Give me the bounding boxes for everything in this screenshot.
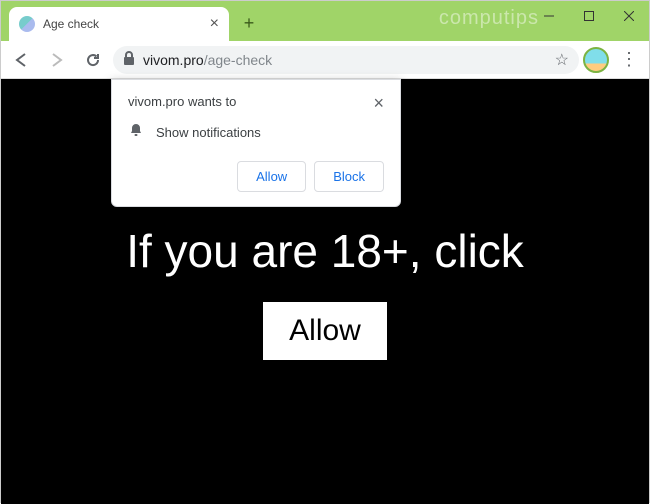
- page-content: If you are 18+, click Allow vivom.pro wa…: [1, 79, 649, 504]
- headline-text: If you are 18+, click: [126, 224, 524, 278]
- permission-block-button[interactable]: Block: [314, 161, 384, 192]
- permission-allow-button[interactable]: Allow: [237, 161, 306, 192]
- reload-button[interactable]: [77, 44, 109, 76]
- bookmark-star-icon[interactable]: ☆: [555, 50, 569, 70]
- window-controls: [529, 1, 649, 31]
- minimize-icon: [544, 11, 554, 21]
- maximize-button[interactable]: [569, 1, 609, 31]
- arrow-left-icon: [13, 52, 29, 68]
- browser-tab[interactable]: Age check ×: [9, 7, 229, 41]
- browser-menu-button[interactable]: ⋮: [613, 49, 645, 70]
- url-path: /age-check: [204, 52, 272, 68]
- bell-icon: [128, 122, 144, 143]
- close-tab-icon[interactable]: ×: [210, 16, 219, 32]
- new-tab-button[interactable]: +: [235, 9, 263, 37]
- close-icon: [624, 11, 634, 21]
- minimize-button[interactable]: [529, 1, 569, 31]
- close-window-button[interactable]: [609, 1, 649, 31]
- url-domain: vivom.pro: [143, 52, 204, 68]
- lock-icon: [123, 51, 135, 68]
- url-text: vivom.pro/age-check: [143, 52, 272, 68]
- back-button[interactable]: [5, 44, 37, 76]
- reload-icon: [85, 52, 101, 68]
- permission-close-icon[interactable]: ×: [373, 94, 384, 112]
- permission-host: vivom.pro wants to: [128, 94, 236, 109]
- permission-popup: vivom.pro wants to × Show notifications …: [111, 79, 401, 207]
- omnibox[interactable]: vivom.pro/age-check ☆: [113, 46, 579, 74]
- arrow-right-icon: [49, 52, 65, 68]
- forward-button[interactable]: [41, 44, 73, 76]
- title-bar: Age check × + computips: [1, 1, 649, 41]
- tab-title: Age check: [43, 17, 204, 31]
- watermark: computips: [439, 7, 539, 30]
- permission-request: Show notifications: [156, 125, 261, 140]
- address-bar: vivom.pro/age-check ☆ ⋮: [1, 41, 649, 79]
- favicon-icon: [19, 16, 35, 32]
- maximize-icon: [584, 11, 594, 21]
- page-allow-button[interactable]: Allow: [263, 302, 387, 360]
- profile-avatar[interactable]: [583, 47, 609, 73]
